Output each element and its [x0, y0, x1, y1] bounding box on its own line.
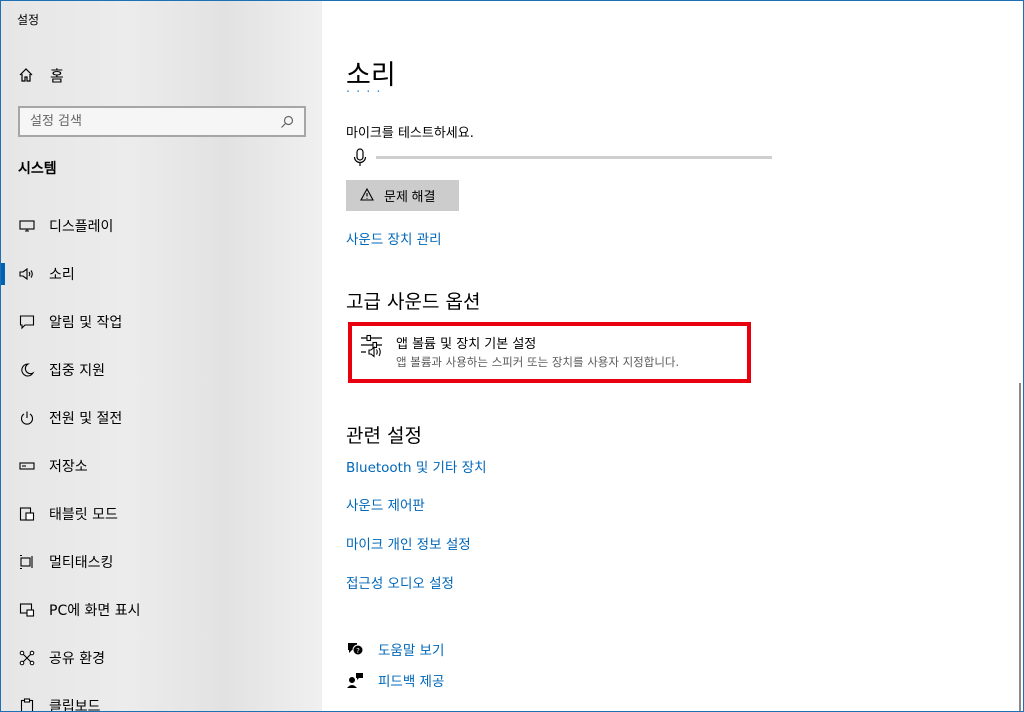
search-box[interactable]: [18, 106, 306, 137]
tablet-icon: [18, 505, 36, 523]
speaker-icon: [18, 265, 36, 283]
display-icon: [18, 217, 36, 235]
sidebar-item-display[interactable]: 디스플레이: [1, 202, 322, 250]
settings-window: 설정 홈 시스템 디스플레이 소리 알림 및 작업: [0, 0, 1024, 712]
power-icon: [18, 409, 36, 427]
svg-text:?: ?: [356, 647, 360, 655]
sidebar-item-sound[interactable]: 소리: [1, 250, 322, 298]
multitasking-icon: [18, 553, 36, 571]
accessibility-audio-link[interactable]: 접근성 오디오 설정: [346, 572, 454, 592]
sidebar-item-clipboard[interactable]: 클립보드: [1, 682, 322, 712]
microphone-privacy-link[interactable]: 마이크 개인 정보 설정: [346, 533, 471, 553]
sidebar-item-power[interactable]: 전원 및 절전: [1, 394, 322, 442]
storage-icon: [18, 457, 36, 475]
troubleshoot-label: 문제 해결: [384, 189, 436, 204]
related-settings-heading: 관련 설정: [346, 425, 422, 447]
scrollbar[interactable]: [1019, 383, 1021, 711]
notification-icon: [18, 313, 36, 331]
sidebar-item-label: 멀티태스킹: [49, 555, 114, 571]
search-input[interactable]: [30, 114, 280, 129]
sidebar-item-label: PC에 화면 표시: [49, 603, 141, 619]
sidebar-item-shared-experiences[interactable]: 공유 환경: [1, 634, 322, 682]
main-content: 소리 ···· 마이크를 테스트하세요. 문제 해결 사운드 장치 관리 고급 …: [322, 1, 1023, 711]
sidebar-item-notifications[interactable]: 알림 및 작업: [1, 298, 322, 346]
shared-icon: [18, 649, 36, 667]
home-label: 홈: [50, 66, 64, 85]
app-title: 설정: [17, 13, 40, 27]
get-help-link[interactable]: ? 도움말 보기: [346, 639, 444, 659]
get-help-label: 도움말 보기: [378, 643, 445, 659]
sidebar-item-label: 저장소: [49, 459, 88, 475]
app-volume-preferences-item[interactable]: 앱 볼륨 및 장치 기본 설정 앱 볼륨과 사용하는 스피커 또는 장치를 사용…: [348, 322, 751, 383]
app-volume-title: 앱 볼륨 및 장치 기본 설정: [396, 337, 537, 352]
advanced-sound-heading: 고급 사운드 옵션: [346, 291, 481, 313]
sidebar-item-tablet-mode[interactable]: 태블릿 모드: [1, 490, 322, 538]
sound-control-panel-link[interactable]: 사운드 제어판: [346, 494, 425, 514]
troubleshoot-button[interactable]: 문제 해결: [346, 180, 459, 211]
page-title: 소리: [346, 60, 396, 91]
microphone-icon: [353, 148, 367, 166]
scrolled-link-fragment-text: ····: [346, 89, 387, 100]
app-volume-description: 앱 볼륨과 사용하는 스피커 또는 장치를 사용자 지정합니다.: [396, 355, 680, 369]
mic-level-row: [352, 148, 368, 168]
clipboard-icon: [18, 697, 36, 711]
give-feedback-label: 피드백 제공: [378, 674, 445, 690]
help-chat-icon: ?: [346, 641, 364, 657]
mic-level-bar: [376, 156, 772, 159]
app-volume-mixer-icon: [361, 334, 382, 358]
sidebar: 설정 홈 시스템 디스플레이 소리 알림 및 작업: [1, 1, 322, 712]
sidebar-item-label: 알림 및 작업: [49, 315, 123, 331]
home-icon: [19, 68, 33, 82]
sidebar-item-project[interactable]: PC에 화면 표시: [1, 586, 322, 634]
sidebar-item-storage[interactable]: 저장소: [1, 442, 322, 490]
give-feedback-link[interactable]: 피드백 제공: [346, 670, 444, 690]
manage-sound-devices-link[interactable]: 사운드 장치 관리: [346, 228, 442, 248]
bluetooth-devices-link[interactable]: Bluetooth 및 기타 장치: [346, 456, 487, 476]
warning-icon: [360, 187, 374, 204]
sidebar-nav: 디스플레이 소리 알림 및 작업 집중 지원 전원 및 절전 저장소 태블릿 모…: [1, 202, 322, 712]
sidebar-item-label: 클립보드: [49, 699, 101, 712]
moon-icon: [18, 361, 36, 379]
mic-test-label: 마이크를 테스트하세요.: [346, 126, 474, 141]
sidebar-item-label: 공유 환경: [49, 651, 105, 667]
sidebar-item-label: 소리: [49, 267, 75, 283]
sidebar-item-focus-assist[interactable]: 집중 지원: [1, 346, 322, 394]
sidebar-section-title: 시스템: [18, 161, 57, 177]
sidebar-item-label: 태블릿 모드: [49, 507, 118, 523]
project-icon: [18, 601, 36, 619]
scrolled-link-fragment: ····: [346, 89, 426, 101]
search-icon[interactable]: [280, 115, 294, 129]
sidebar-item-label: 디스플레이: [49, 219, 114, 235]
sidebar-item-multitasking[interactable]: 멀티태스킹: [1, 538, 322, 586]
sidebar-item-label: 전원 및 절전: [49, 411, 123, 427]
feedback-person-icon: [346, 671, 364, 689]
sidebar-item-label: 집중 지원: [49, 363, 105, 379]
home-nav-item[interactable]: 홈: [18, 63, 64, 87]
